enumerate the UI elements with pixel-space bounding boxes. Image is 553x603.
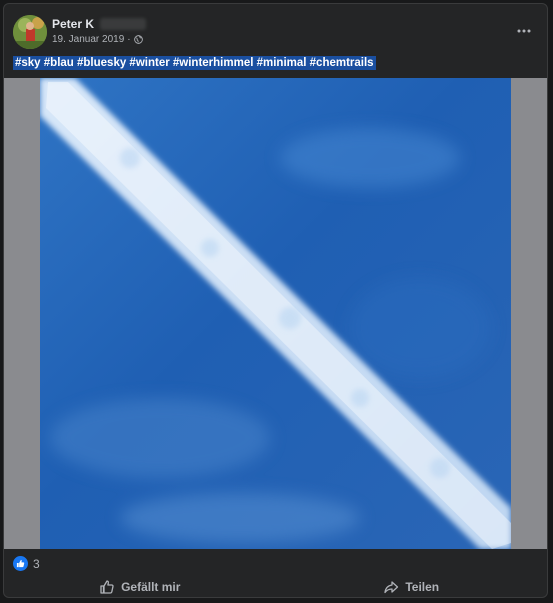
post-caption: #sky #blau #bluesky #winter #winterhimme… <box>13 55 376 72</box>
post-actions: Gefällt mir Teilen <box>4 574 548 597</box>
meta-separator: · <box>127 34 131 45</box>
thumbs-up-icon <box>100 580 114 594</box>
post-media[interactable] <box>4 78 547 549</box>
sky-photo[interactable] <box>40 78 511 549</box>
reaction-count: 3 <box>33 556 40 571</box>
author-avatar[interactable] <box>13 15 47 49</box>
share-button[interactable]: Teilen <box>276 574 548 597</box>
author-row: Peter K <box>52 16 147 32</box>
redacted-name <box>100 18 147 30</box>
author-name[interactable]: Peter K <box>52 17 94 31</box>
like-reaction-icon <box>13 556 28 571</box>
globe-icon[interactable] <box>133 35 143 44</box>
reaction-summary[interactable]: 3 <box>13 556 40 571</box>
post-header: Peter K 19. Januar 2019 · <box>4 4 547 52</box>
post-date[interactable]: 19. Januar 2019 <box>52 34 124 45</box>
more-options-button[interactable] <box>511 18 537 44</box>
more-dots-icon <box>517 29 531 33</box>
like-button[interactable]: Gefällt mir <box>4 574 276 597</box>
share-label: Teilen <box>405 580 440 594</box>
caption-hashtags[interactable]: #sky #blau #bluesky #winter #winterhimme… <box>13 56 376 70</box>
post-card: Peter K 19. Januar 2019 · #sky #blau #bl… <box>3 3 548 598</box>
like-label: Gefällt mir <box>121 580 181 594</box>
post-meta: 19. Januar 2019 · <box>52 34 143 45</box>
share-arrow-icon <box>384 581 399 594</box>
